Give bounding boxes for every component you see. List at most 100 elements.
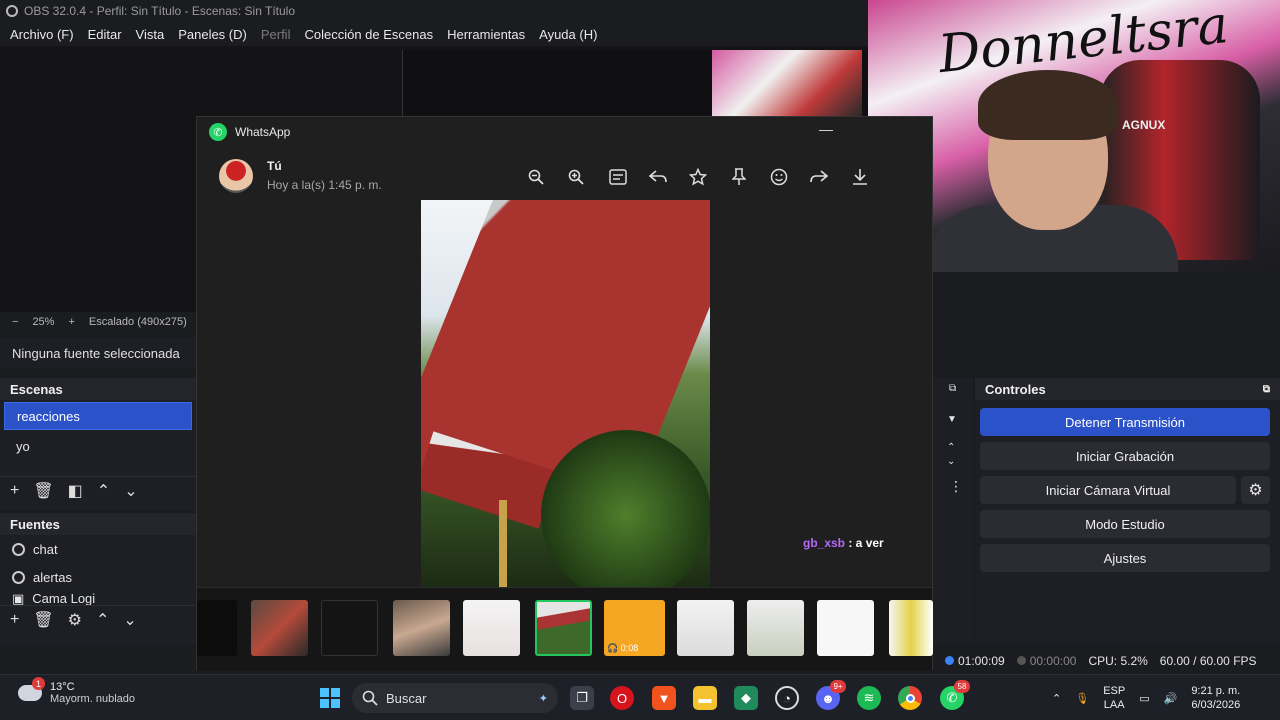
obs-window-title: OBS 32.0.4 - Perfil: Sin Título - Escena… bbox=[24, 4, 296, 18]
volume-icon[interactable]: 🔊 bbox=[1164, 692, 1178, 705]
media-thumbnail[interactable] bbox=[677, 600, 734, 656]
spotify-icon[interactable]: ≋ bbox=[857, 686, 881, 710]
photo-bush bbox=[541, 430, 710, 587]
app-alert-icon[interactable]: ◔ bbox=[775, 686, 799, 710]
settings-button[interactable]: Ajustes bbox=[980, 544, 1270, 572]
source-item-alertas[interactable]: alertas bbox=[0, 563, 196, 591]
studio-mode-button[interactable]: Modo Estudio bbox=[980, 510, 1270, 538]
weather-badge: 1 bbox=[32, 677, 45, 690]
zoom-out-icon[interactable] bbox=[524, 165, 548, 189]
menu-vista[interactable]: Vista bbox=[136, 27, 165, 42]
forward-icon[interactable] bbox=[807, 165, 831, 189]
media-photo[interactable] bbox=[421, 200, 710, 587]
audio-thumbnail[interactable]: 🎧 0:08 bbox=[604, 600, 665, 656]
remove-source-icon[interactable]: 🗑 bbox=[33, 610, 53, 630]
chrome-icon[interactable] bbox=[898, 686, 922, 710]
microphone-icon[interactable]: 🎙 bbox=[1075, 692, 1089, 705]
zoom-in-icon[interactable] bbox=[564, 165, 588, 189]
pin-icon[interactable] bbox=[727, 165, 751, 189]
source-item-chat[interactable]: chat bbox=[0, 535, 196, 563]
star-icon[interactable] bbox=[686, 165, 710, 189]
move-down-icon[interactable]: ⌄ bbox=[123, 610, 136, 630]
remove-scene-icon[interactable]: 🗑 bbox=[33, 481, 53, 501]
menu-perfil[interactable]: Perfil bbox=[261, 27, 291, 42]
start-recording-button[interactable]: Iniciar Grabación bbox=[980, 442, 1270, 470]
menu-editar[interactable]: Editar bbox=[88, 27, 122, 42]
caption-icon[interactable] bbox=[606, 165, 630, 189]
browser-source-icon bbox=[12, 570, 25, 584]
more-options-icon[interactable]: ⋮ bbox=[949, 478, 963, 495]
source-label: chat bbox=[33, 541, 58, 557]
reply-icon[interactable] bbox=[646, 165, 670, 189]
menu-herramientas[interactable]: Herramientas bbox=[447, 27, 525, 42]
system-tray: ⌃ 🎙 ESP LAA ▭ 🔊 9:21 p. m. 6/03/2026 bbox=[1052, 681, 1240, 715]
app-icon[interactable]: ◆ bbox=[734, 686, 758, 710]
weather-widget[interactable]: 1 13°C Mayorm. nublado bbox=[18, 677, 135, 705]
sources-toolbar: + 🗑 ⚙ ⌃ ⌄ bbox=[0, 605, 196, 633]
network-icon[interactable]: ▭ bbox=[1139, 692, 1149, 705]
file-explorer-icon[interactable]: ▬ bbox=[693, 686, 717, 710]
move-up-icon[interactable]: ⌃ bbox=[96, 610, 109, 630]
menu-archivo[interactable]: Archivo (F) bbox=[10, 27, 74, 42]
person-hair bbox=[978, 70, 1118, 140]
scene-item-yo[interactable]: yo bbox=[4, 432, 192, 460]
scenes-header: Escenas bbox=[0, 378, 196, 400]
opera-icon[interactable]: O bbox=[610, 686, 634, 710]
virtual-camera-settings-button[interactable]: ⚙ bbox=[1241, 476, 1270, 504]
undock-icon[interactable]: ⧉ bbox=[1263, 384, 1270, 395]
scene-filters-icon[interactable]: ◧ bbox=[68, 481, 83, 501]
no-source-selected: Ninguna fuente seleccionada bbox=[0, 338, 196, 368]
chevron-up-icon[interactable]: ⌃ bbox=[1052, 692, 1061, 705]
media-thumbnail[interactable] bbox=[393, 600, 450, 656]
zoom-out-button[interactable]: − bbox=[12, 316, 18, 328]
whatsapp-logo-icon: ✆ bbox=[209, 123, 227, 141]
move-up-icon[interactable]: ⌃ bbox=[97, 481, 110, 501]
media-thumbnail[interactable] bbox=[747, 600, 804, 656]
task-view-icon[interactable]: ❐ bbox=[570, 686, 594, 710]
media-thumbnail[interactable] bbox=[889, 600, 933, 656]
menu-coleccion-escenas[interactable]: Colección de Escenas bbox=[304, 27, 433, 42]
obs-menu-bar: Archivo (F) Editar Vista Paneles (D) Per… bbox=[0, 22, 868, 46]
taskbar-search[interactable]: Buscar ✦ bbox=[352, 683, 558, 713]
media-thumbnail[interactable] bbox=[321, 600, 378, 656]
media-thumbnail[interactable] bbox=[251, 600, 308, 656]
add-scene-icon[interactable]: + bbox=[10, 482, 19, 500]
media-thumbnail[interactable] bbox=[817, 600, 874, 656]
avatar bbox=[219, 159, 253, 193]
stop-streaming-button[interactable]: Detener Transmisión bbox=[980, 408, 1270, 436]
controls-title: Controles bbox=[985, 381, 1046, 397]
fps-readout: 60.00 / 60.00 FPS bbox=[1159, 654, 1257, 668]
spin-down-icon[interactable]: ⌄ bbox=[947, 456, 955, 467]
whatsapp-taskbar-icon[interactable]: ✆ 58 bbox=[940, 680, 970, 710]
spin-up-icon[interactable]: ⌃ bbox=[947, 442, 955, 453]
add-source-icon[interactable]: + bbox=[10, 611, 19, 629]
media-thumbnail[interactable] bbox=[463, 600, 520, 656]
minimize-button[interactable]: — bbox=[819, 121, 833, 137]
obs-logo-icon bbox=[6, 5, 18, 17]
zoom-in-button[interactable]: + bbox=[68, 316, 74, 328]
dropdown-icon[interactable]: ▼ bbox=[947, 414, 957, 425]
menu-ayuda[interactable]: Ayuda (H) bbox=[539, 27, 597, 42]
discord-icon[interactable]: ☻ 9+ bbox=[816, 680, 846, 710]
menu-paneles[interactable]: Paneles (D) bbox=[178, 27, 247, 42]
download-icon[interactable] bbox=[848, 165, 872, 189]
scene-item-reacciones[interactable]: reacciones bbox=[4, 402, 192, 430]
audio-duration: 🎧 0:08 bbox=[607, 643, 639, 653]
start-virtual-camera-button[interactable]: Iniciar Cámara Virtual bbox=[980, 476, 1236, 504]
obs-status-bar: 01:00:09 00:00:00 CPU: 5.2% 60.00 / 60.0… bbox=[933, 648, 1280, 674]
search-highlight-icon: ✦ bbox=[538, 692, 548, 705]
language-indicator[interactable]: ESP LAA bbox=[1103, 684, 1125, 712]
emoji-icon[interactable] bbox=[767, 165, 791, 189]
move-down-icon[interactable]: ⌄ bbox=[124, 481, 137, 501]
media-thumbnail[interactable] bbox=[197, 600, 237, 656]
undock-icon[interactable]: ⧉ bbox=[949, 383, 956, 394]
source-item-cama[interactable]: ▣ Cama Logi bbox=[0, 591, 196, 605]
sources-header: Fuentes bbox=[0, 513, 196, 535]
source-properties-icon[interactable]: ⚙ bbox=[68, 610, 82, 630]
clock[interactable]: 9:21 p. m. 6/03/2026 bbox=[1191, 684, 1240, 712]
rec-indicator: 00:00:00 bbox=[1016, 654, 1076, 668]
brave-icon[interactable]: ▼ bbox=[652, 686, 676, 710]
start-button[interactable] bbox=[318, 686, 342, 710]
temperature: 13°C bbox=[50, 681, 75, 693]
media-thumbnail-selected[interactable] bbox=[535, 600, 592, 656]
